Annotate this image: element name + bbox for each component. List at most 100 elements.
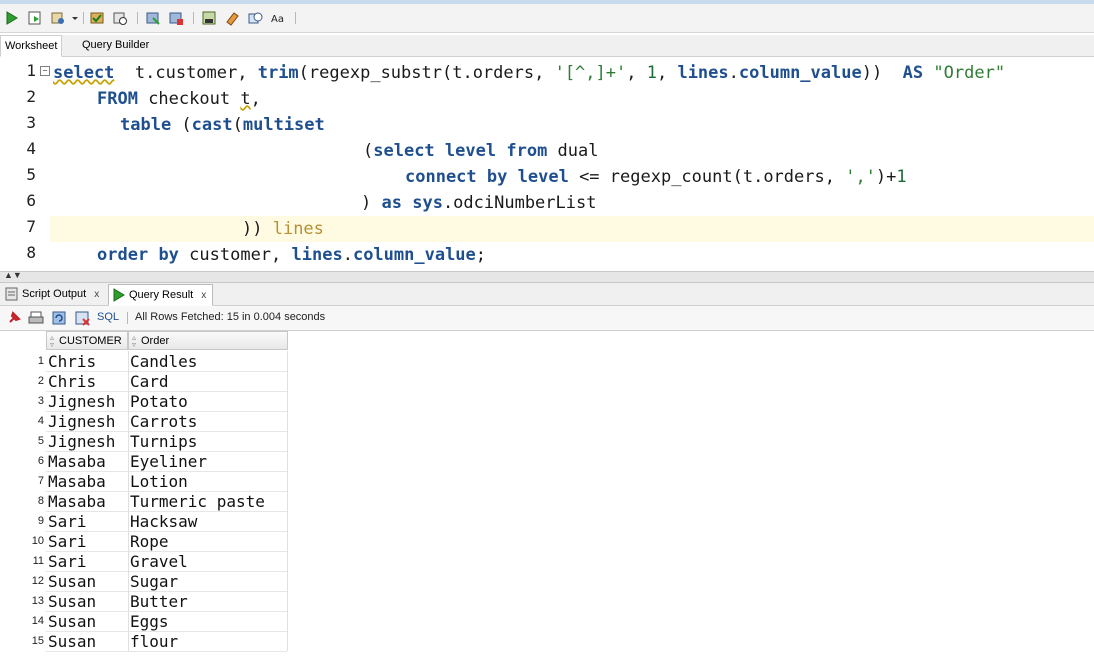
cell-order[interactable]: Butter [130,592,188,611]
cell-order[interactable]: Lotion [130,472,188,491]
table-row[interactable]: 9 Sari Hacksaw [0,512,290,532]
cancel-icon[interactable] [145,10,161,26]
sql-function: regexp_count [610,167,733,187]
tab-query-result[interactable]: Query Resultx [108,284,213,306]
cell-customer[interactable]: Masaba [48,472,106,491]
cell-customer[interactable]: Sari [48,512,87,531]
sql-keyword: AS [903,63,923,83]
cell-order[interactable]: Eyeliner [130,452,207,471]
cell-customer[interactable]: Masaba [48,452,106,471]
clear-eraser-icon[interactable] [224,10,240,26]
commit-icon[interactable] [89,10,105,26]
table-row[interactable]: 4 Jignesh Carrots [0,412,290,432]
table-row[interactable]: 14SusanEggs [0,612,290,632]
result-grid[interactable]: ▵▿ CUSTOMER ▵▿ Order 1ChrisCandles2Chris… [0,331,1094,665]
line-number: 1 [26,61,36,80]
table-row[interactable]: 2 Chris Card [0,372,290,392]
cell-customer[interactable]: Jignesh [48,432,115,451]
code-text: , [626,63,646,83]
cell-customer[interactable]: Susan [48,612,96,631]
print-icon[interactable] [28,310,44,326]
column-header-customer[interactable]: ▵▿ CUSTOMER [46,331,128,350]
cell-customer[interactable]: Jignesh [48,412,115,431]
cell-order[interactable]: Gravel [130,552,188,571]
cell-order[interactable]: Turmeric paste [130,492,265,511]
column-header-label: CUSTOMER [59,335,122,347]
tab-script-output[interactable]: Script Outputx [2,284,105,304]
cell-customer[interactable]: Susan [48,592,96,611]
pane-splitter[interactable]: ▲▼ [0,271,1094,283]
code-line-3: table (cast(multiset [120,112,325,138]
cell-customer[interactable]: Jignesh [48,392,115,411]
row-number: 11 [0,555,44,567]
column-header-label: Order [141,335,169,347]
sql-link[interactable]: SQL [97,311,119,323]
pin-icon[interactable] [6,310,22,326]
close-icon[interactable]: x [201,290,206,301]
sql-keyword: order [97,245,148,265]
cell-customer[interactable]: Susan [48,572,96,591]
sql-identifier: column_value [353,245,476,265]
run-icon [112,288,126,302]
cell-order[interactable]: Hacksaw [130,512,197,531]
table-row[interactable]: 8MasabaTurmeric paste [0,492,290,512]
cell-order[interactable]: flour [130,632,178,651]
tab-worksheet[interactable]: Worksheet [0,35,62,57]
cell-customer[interactable]: Chris [48,352,96,371]
column-header-order[interactable]: ▵▿ Order [128,331,288,350]
sql-history-icon[interactable] [247,10,263,26]
sql-tuning-icon[interactable] [201,10,217,26]
sort-icon: ▵▿ [50,334,54,348]
code-text: )+ [876,167,896,187]
sql-keyword: as [381,193,401,213]
cell-customer[interactable]: Sari [48,552,87,571]
cell-customer[interactable]: Masaba [48,492,106,511]
table-row[interactable]: 10SariRope [0,532,290,552]
chevron-down-icon[interactable] [70,10,80,26]
code-text: . [343,245,353,265]
rollback-icon[interactable] [112,10,128,26]
table-row[interactable]: 11 Sari Gravel [0,552,290,572]
sql-editor[interactable]: 1 2 3 4 5 6 7 8 − select t.customer, tri… [0,57,1094,271]
cell-customer[interactable]: Susan [48,632,96,651]
code-text: customer, [179,245,292,265]
cell-order[interactable]: Carrots [130,412,197,431]
code-text: (t.orders, [733,167,846,187]
table-row[interactable]: 7MasabaLotion [0,472,290,492]
fold-collapse-icon[interactable]: − [40,66,50,76]
code-line-6: ) as sys.odciNumberList [361,190,596,216]
tab-query-builder[interactable]: Query Builder [78,35,153,55]
cell-order[interactable]: Candles [130,352,197,371]
table-row[interactable]: 15Susanflour [0,632,290,652]
code-text: dual [547,141,598,161]
autotrace-icon[interactable] [50,10,66,26]
explain-plan-icon[interactable] [168,10,184,26]
cell-order[interactable]: Sugar [130,572,178,591]
row-number: 5 [0,435,44,447]
table-row[interactable]: 3JigneshPotato [0,392,290,412]
sql-identifier: lines [292,245,343,265]
run-statement-icon[interactable] [4,10,20,26]
format-case-icon[interactable]: Aa [270,10,286,26]
cell-order[interactable]: Card [130,372,169,391]
table-row[interactable]: 13SusanButter [0,592,290,612]
row-number: 4 [0,415,44,427]
cell-customer[interactable]: Sari [48,532,87,551]
splitter-arrows-icon[interactable]: ▲▼ [4,270,22,280]
cell-order[interactable]: Turnips [130,432,197,451]
refresh-icon[interactable] [51,310,67,326]
cell-order[interactable]: Eggs [130,612,169,631]
row-number: 2 [0,375,44,387]
table-row[interactable]: 5 Jignesh Turnips [0,432,290,452]
cell-order[interactable]: Rope [130,532,169,551]
run-script-icon[interactable] [27,10,43,26]
cell-customer[interactable]: Chris [48,372,96,391]
clear-results-icon[interactable] [74,310,90,326]
row-number: 9 [0,515,44,527]
table-row[interactable]: 12SusanSugar [0,572,290,592]
table-row[interactable]: 1ChrisCandles [0,352,290,372]
close-icon[interactable]: x [94,289,99,300]
sql-number: 1 [896,167,906,187]
table-row[interactable]: 6MasabaEyeliner [0,452,290,472]
cell-order[interactable]: Potato [130,392,188,411]
